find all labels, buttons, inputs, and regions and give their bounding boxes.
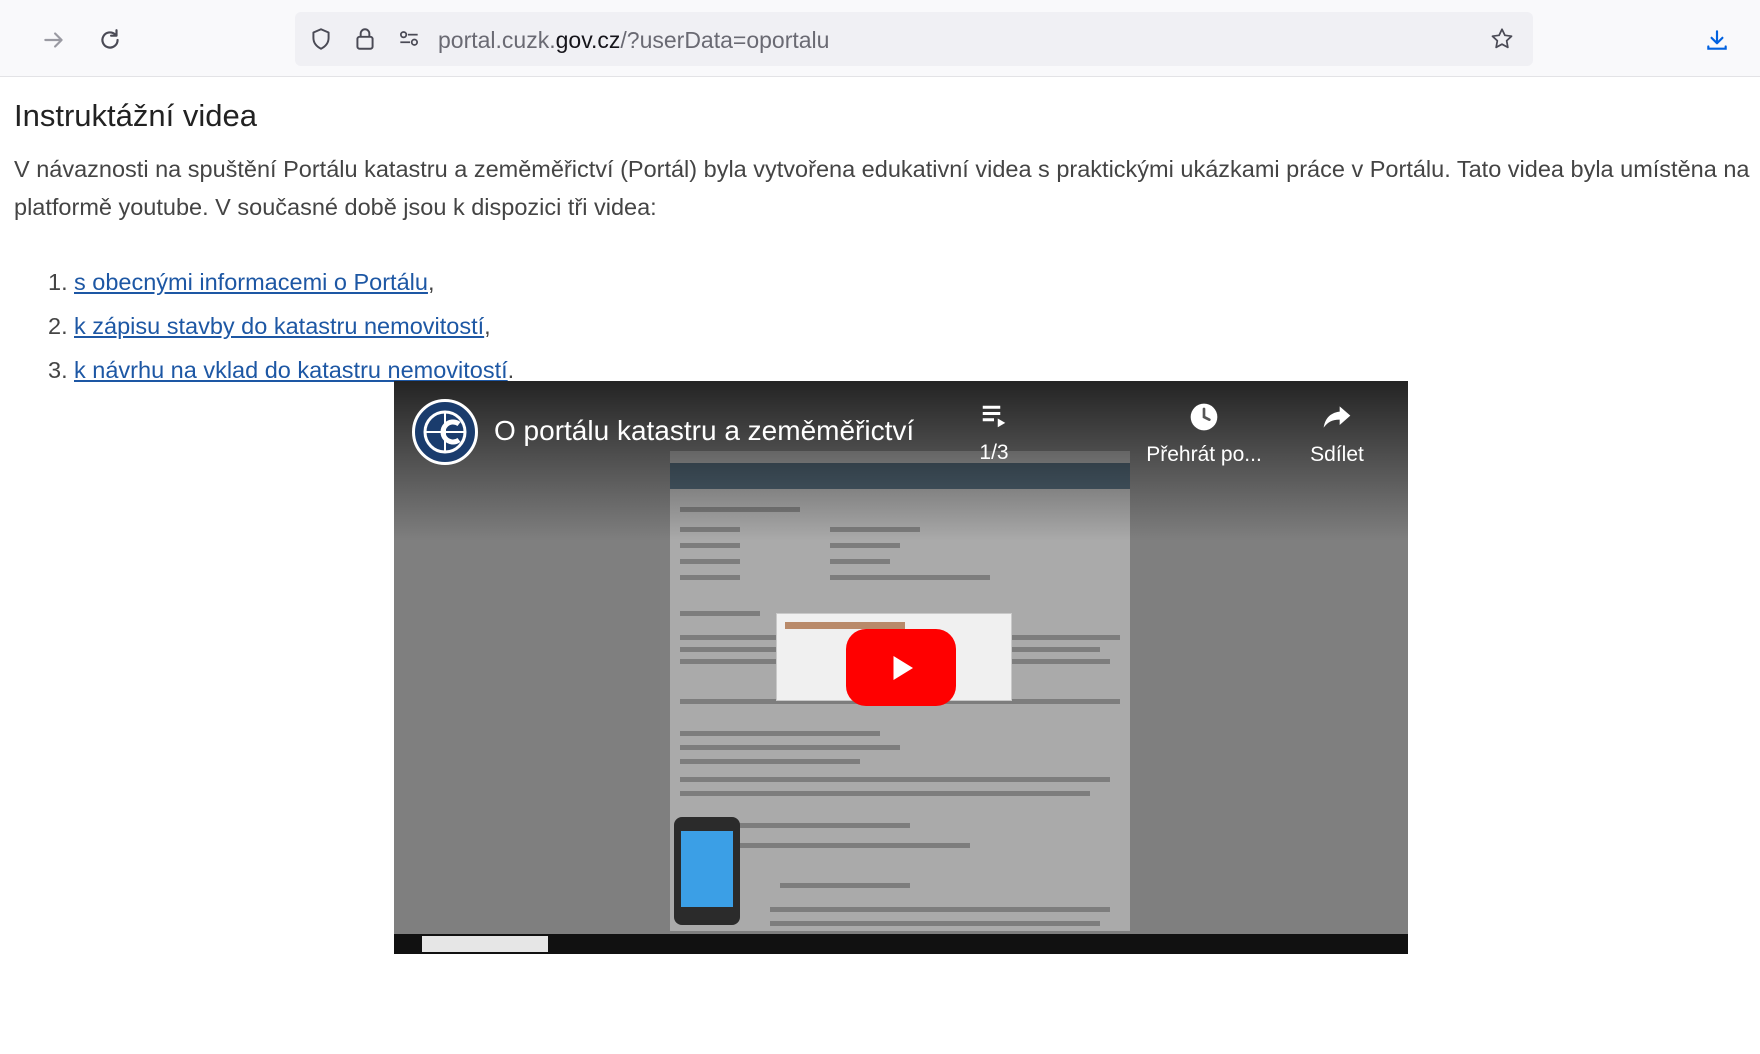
- share-icon: [1323, 406, 1351, 428]
- url-prefix: portal.cuzk.: [438, 27, 556, 53]
- downloads-icon[interactable]: [1697, 20, 1737, 60]
- video-link-building[interactable]: k zápisu stavby do katastru nemovitostí: [74, 313, 484, 339]
- page-heading: Instruktážní videa: [14, 98, 257, 133]
- list-suffix: ,: [427, 269, 435, 295]
- video-player[interactable]: O portálu katastru a zeměměřictví 1/3 Př…: [394, 381, 1408, 954]
- reload-icon[interactable]: [90, 20, 130, 60]
- bookmark-star-icon[interactable]: [1488, 25, 1516, 53]
- share-label: Sdílet: [1310, 443, 1364, 466]
- url-path: /?userData=oportalu: [620, 27, 830, 53]
- playlist-button[interactable]: 1/3: [954, 401, 1034, 481]
- share-button[interactable]: Sdílet: [1292, 401, 1382, 481]
- clock-icon: [1190, 403, 1218, 431]
- url-text[interactable]: portal.cuzk.gov.cz/?userData=oportalu: [438, 27, 829, 54]
- channel-logo[interactable]: [412, 399, 478, 465]
- play-button[interactable]: [846, 629, 956, 706]
- playlist-count: 1/3: [979, 441, 1009, 464]
- video-link-deposit[interactable]: k návrhu na vklad do katastru nemovitost…: [74, 357, 508, 383]
- play-icon: [893, 655, 913, 680]
- list-number: 3.: [48, 357, 68, 383]
- url-domain: gov.cz: [555, 27, 621, 53]
- browser-toolbar: portal.cuzk.gov.cz/?userData=oportalu: [0, 0, 1760, 77]
- playlist-icon: [982, 405, 1006, 428]
- address-bar[interactable]: portal.cuzk.gov.cz/?userData=oportalu: [295, 12, 1533, 66]
- list-item: 1. s obecnými informacemi o Portálu,: [48, 260, 514, 304]
- watch-later-button[interactable]: Přehrát po...: [1124, 401, 1284, 481]
- intro-paragraph: V návaznosti na spuštění Portálu katastr…: [14, 156, 1750, 220]
- list-item: 2. k zápisu stavby do katastru nemovitost…: [48, 304, 514, 348]
- video-title[interactable]: O portálu katastru a zeměměřictví: [494, 415, 914, 447]
- permissions-icon[interactable]: [395, 25, 423, 53]
- list-number: 2.: [48, 313, 68, 339]
- lock-icon[interactable]: [351, 25, 379, 53]
- shield-icon[interactable]: [307, 25, 335, 53]
- phone-icon: [674, 817, 740, 925]
- forward-icon[interactable]: [34, 20, 74, 60]
- watch-later-label: Přehrát po...: [1146, 443, 1262, 466]
- list-suffix: .: [507, 357, 515, 383]
- list-suffix: ,: [484, 313, 491, 339]
- list-number: 1.: [48, 269, 68, 295]
- thumbnail-taskbar: [394, 934, 1408, 954]
- video-link-general[interactable]: s obecnými informacemi o Portálu: [74, 269, 428, 295]
- video-list: 1. s obecnými informacemi o Portálu, 2. k …: [48, 260, 514, 392]
